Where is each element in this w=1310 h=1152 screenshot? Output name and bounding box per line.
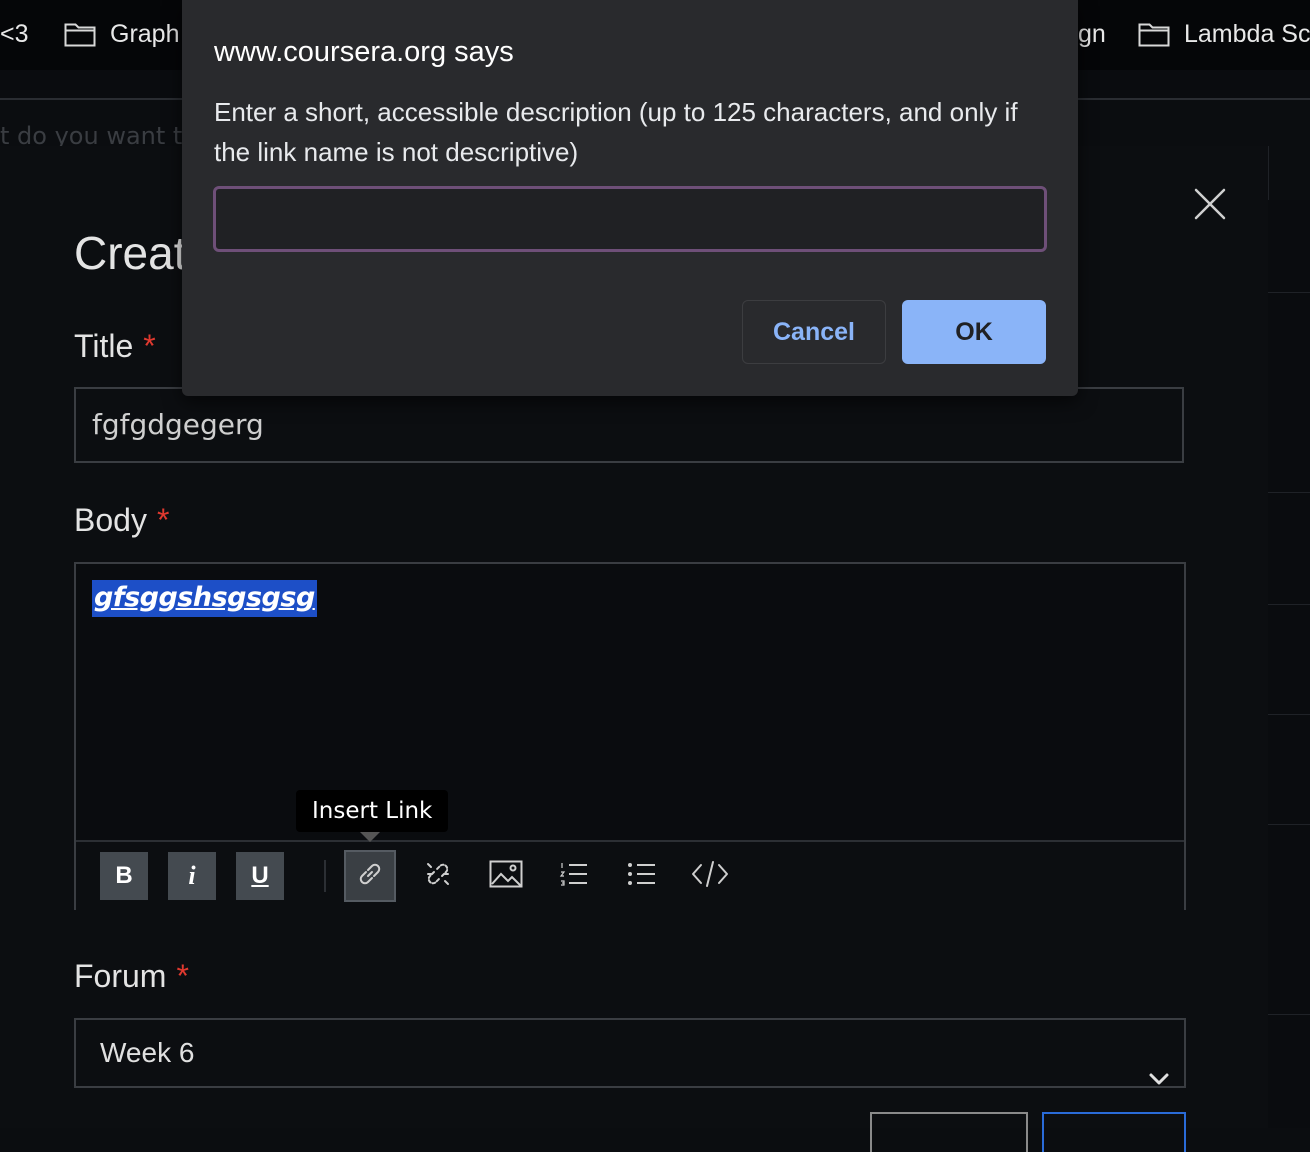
description-input[interactable]	[213, 186, 1047, 252]
bulleted-list-button[interactable]	[618, 852, 666, 900]
required-mark: *	[176, 958, 189, 994]
code-icon	[691, 860, 729, 892]
bulleted-list-icon	[627, 861, 657, 891]
code-button[interactable]	[686, 852, 734, 900]
forum-select-value: Week 6	[100, 1037, 195, 1068]
secondary-action-button[interactable]	[870, 1112, 1028, 1152]
insert-link-tooltip: Insert Link	[296, 790, 449, 832]
folder-icon	[64, 21, 96, 47]
bookmark-label: gn	[1078, 19, 1106, 48]
forum-label-text: Forum	[74, 958, 167, 994]
title-label-text: Title	[74, 328, 134, 364]
forum-select[interactable]: Week 6	[74, 1018, 1186, 1088]
primary-action-button[interactable]	[1042, 1112, 1186, 1152]
modal-heading: Creat	[74, 227, 187, 279]
insert-image-button[interactable]	[482, 852, 530, 900]
bold-button[interactable]: B	[100, 852, 148, 900]
body-label-text: Body	[74, 502, 147, 538]
unlink-button[interactable]	[414, 852, 462, 900]
body-editor[interactable]: gfsggshsgsgsg B i U	[74, 562, 1186, 910]
cancel-button[interactable]: Cancel	[742, 300, 886, 364]
numbered-list-button[interactable]	[550, 852, 598, 900]
ok-button[interactable]: OK	[902, 300, 1046, 364]
bookmark-label: Graph	[110, 19, 180, 48]
italic-button[interactable]: i	[168, 852, 216, 900]
editor-toolbar: B i U	[76, 840, 1184, 910]
bookmark-folder-graph[interactable]: Graph	[64, 18, 179, 50]
title-input[interactable]: fgfgdgegerg	[74, 387, 1184, 463]
bookmark-item[interactable]: gn	[1078, 18, 1106, 50]
required-mark: *	[143, 328, 156, 364]
unlink-icon	[423, 859, 453, 893]
tooltip-arrow	[360, 832, 380, 842]
body-label: Body *	[74, 502, 169, 539]
bookmark-folder-lambda[interactable]: Lambda Sc	[1138, 18, 1310, 50]
image-icon	[489, 860, 523, 892]
bookmark-label: Lambda Sc	[1184, 19, 1310, 48]
numbered-list-icon	[559, 861, 589, 891]
bookmark-label: <3	[0, 19, 29, 48]
underline-button[interactable]: U	[236, 852, 284, 900]
toolbar-divider	[324, 860, 326, 892]
folder-icon	[1138, 21, 1170, 47]
bookmark-item[interactable]: <3	[0, 18, 29, 50]
close-icon[interactable]	[1190, 184, 1230, 224]
chevron-down-icon	[1148, 1044, 1170, 1110]
forum-label: Forum *	[74, 958, 189, 995]
dialog-message: Enter a short, accessible description (u…	[214, 97, 1018, 167]
title-label: Title *	[74, 328, 156, 365]
background-list-strip	[1268, 200, 1310, 1128]
required-mark: *	[156, 502, 170, 538]
browser-prompt-dialog: www.coursera.org says Enter a short, acc…	[182, 0, 1078, 396]
link-icon	[355, 859, 385, 893]
insert-link-button[interactable]	[344, 850, 396, 902]
body-selected-text[interactable]: gfsggshsgsgsg	[92, 580, 317, 617]
dialog-title: www.coursera.org says	[214, 36, 514, 68]
